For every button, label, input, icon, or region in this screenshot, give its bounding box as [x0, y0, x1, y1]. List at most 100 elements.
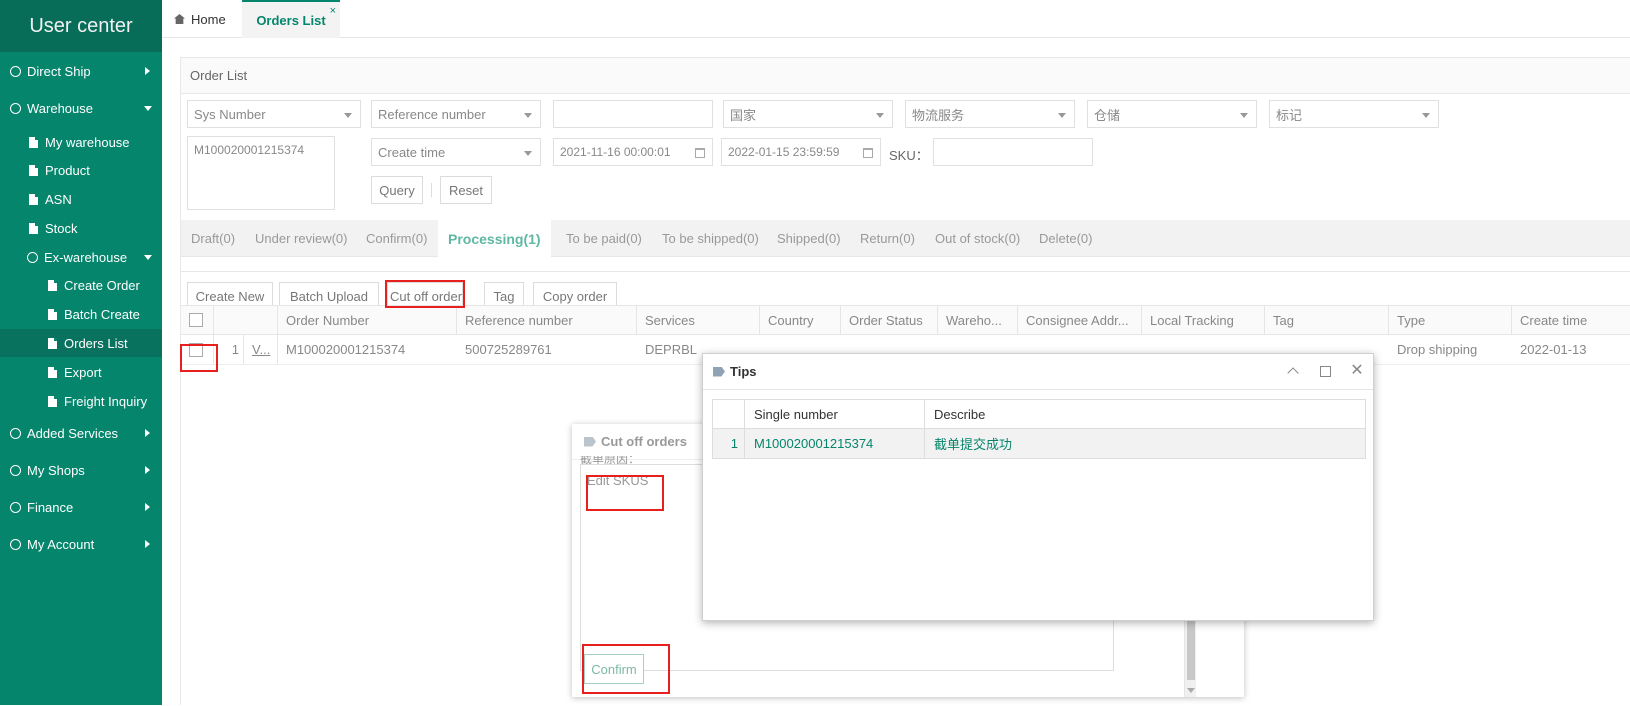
minimize-icon[interactable]: [1285, 363, 1301, 379]
document-icon: [29, 136, 38, 148]
mark-select[interactable]: 标记: [1269, 100, 1439, 128]
nav-label: Batch Create: [64, 306, 140, 322]
tab-spacer: [181, 257, 1630, 272]
tab-draft[interactable]: Draft(0): [191, 220, 235, 257]
nav-product[interactable]: Product: [0, 156, 162, 184]
circle-icon: [10, 501, 21, 513]
nav-added-services[interactable]: Added Services: [0, 419, 162, 447]
nav-direct-ship[interactable]: Direct Ship: [0, 57, 162, 85]
date-from-input[interactable]: 2021-11-16 00:00:01: [553, 138, 713, 166]
sku-label: SKU：: [889, 148, 929, 163]
country-select[interactable]: 国家: [723, 100, 893, 128]
select-value: 标记: [1276, 107, 1303, 123]
header-consignee-address[interactable]: Consignee Addr...: [1018, 306, 1142, 334]
table-header: Order Number Reference number Services C…: [181, 305, 1630, 335]
header-type[interactable]: Type: [1389, 306, 1512, 334]
reference-input[interactable]: [553, 100, 713, 128]
tab-to-be-paid[interactable]: To be paid(0): [566, 220, 642, 257]
dialog-header: Tips: [703, 354, 1373, 390]
tab-orders-list[interactable]: Orders List ×: [242, 0, 340, 38]
header-warehouse[interactable]: Wareho...: [938, 306, 1018, 334]
nav-orders-list[interactable]: Orders List: [0, 329, 162, 357]
nav-stock[interactable]: Stock: [0, 214, 162, 242]
document-icon: [29, 222, 38, 234]
time-type-select[interactable]: Create time: [371, 138, 541, 166]
header-order-number[interactable]: Order Number: [278, 306, 457, 334]
nav-asn[interactable]: ASN: [0, 185, 162, 213]
nav-label: Export: [64, 364, 102, 380]
chevron-down-icon: [1240, 113, 1248, 118]
warehouse-select[interactable]: 仓储: [1087, 100, 1257, 128]
tips-dialog: Tips ✕ Single number Describe 1 M1000200…: [702, 353, 1374, 621]
tab-home[interactable]: Home: [174, 0, 226, 38]
select-all-checkbox[interactable]: [189, 313, 203, 327]
row-index: 1: [713, 429, 745, 458]
header-index-cell: [214, 306, 278, 334]
header-order-status[interactable]: Order Status: [841, 306, 938, 334]
tab-return[interactable]: Return(0): [860, 220, 915, 257]
close-icon[interactable]: ×: [330, 5, 336, 17]
nav-batch-create[interactable]: Batch Create: [0, 300, 162, 328]
brand-title: User center: [0, 0, 162, 52]
status-tabs: Draft(0) Under review(0) Confirm(0) Proc…: [181, 220, 1630, 257]
nav-ex-warehouse[interactable]: Ex-warehouse: [0, 243, 162, 271]
dialog-title: Cut off orders: [601, 434, 687, 449]
maximize-icon[interactable]: [1317, 363, 1333, 379]
calendar-icon: [695, 148, 705, 158]
nav-label: ASN: [45, 191, 72, 207]
header-reference-number[interactable]: Reference number: [457, 306, 637, 334]
chevron-down-icon[interactable]: [1187, 688, 1195, 693]
logistics-select[interactable]: 物流服务: [905, 100, 1075, 128]
select-value: Create time: [378, 144, 446, 160]
nav-my-shops[interactable]: My Shops: [0, 456, 162, 484]
select-value: Sys Number: [194, 106, 266, 122]
reference-number-select[interactable]: Reference number: [371, 100, 541, 128]
nav-warehouse[interactable]: Warehouse: [0, 94, 162, 122]
tab-shipped[interactable]: Shipped(0): [777, 220, 841, 257]
tab-confirm[interactable]: Confirm(0): [366, 220, 427, 257]
tab-delete[interactable]: Delete(0): [1039, 220, 1092, 257]
circle-icon: [10, 464, 21, 476]
nav-label: Stock: [45, 220, 78, 236]
sys-number-select[interactable]: Sys Number: [187, 100, 361, 128]
header-country[interactable]: Country: [760, 306, 841, 334]
row-view-link[interactable]: V...: [244, 335, 278, 364]
row-order-number: M100020001215374: [286, 342, 406, 357]
header-tag[interactable]: Tag: [1265, 306, 1389, 334]
nav-my-account[interactable]: My Account: [0, 530, 162, 558]
document-icon: [29, 164, 38, 176]
close-icon[interactable]: ✕: [1349, 363, 1365, 379]
chevron-down-icon: [524, 113, 532, 118]
query-button[interactable]: Query: [371, 176, 423, 204]
sys-number-textarea[interactable]: M100020001215374: [187, 136, 335, 210]
tab-out-of-stock[interactable]: Out of stock(0): [935, 220, 1020, 257]
header-index-cell: [713, 400, 745, 429]
row-type: Drop shipping: [1397, 342, 1478, 357]
circle-icon: [10, 538, 21, 550]
nav-export[interactable]: Export: [0, 358, 162, 386]
row-reference-number: 500725289761: [465, 342, 552, 357]
header-local-tracking[interactable]: Local Tracking: [1142, 306, 1265, 334]
tab-under-review[interactable]: Under review(0): [255, 220, 347, 257]
home-icon: [174, 14, 185, 24]
chevron-down-icon: [524, 151, 532, 156]
tab-to-be-shipped[interactable]: To be shipped(0): [662, 220, 759, 257]
tab-processing[interactable]: Processing(1): [438, 220, 551, 257]
nav-my-warehouse[interactable]: My warehouse: [0, 128, 162, 156]
nav-freight-inquiry[interactable]: Freight Inquiry: [0, 387, 162, 415]
header-create-time[interactable]: Create time: [1512, 306, 1630, 334]
tab-label: Home: [191, 11, 226, 27]
nav-finance[interactable]: Finance: [0, 493, 162, 521]
nav-label: Freight Inquiry: [64, 393, 148, 409]
nav-create-order[interactable]: Create Order: [0, 271, 162, 299]
nav-label: Create Order: [64, 277, 140, 293]
reset-button[interactable]: Reset: [440, 176, 492, 204]
nav-label: Orders List: [64, 335, 128, 351]
caret-down-icon: [144, 255, 152, 260]
header-services[interactable]: Services: [637, 306, 760, 334]
date-value: 2021-11-16 00:00:01: [560, 145, 671, 159]
date-to-input[interactable]: 2022-01-15 23:59:59: [721, 138, 881, 166]
caret-right-icon: [145, 429, 150, 437]
document-icon: [48, 337, 57, 349]
sku-input[interactable]: [933, 138, 1093, 166]
